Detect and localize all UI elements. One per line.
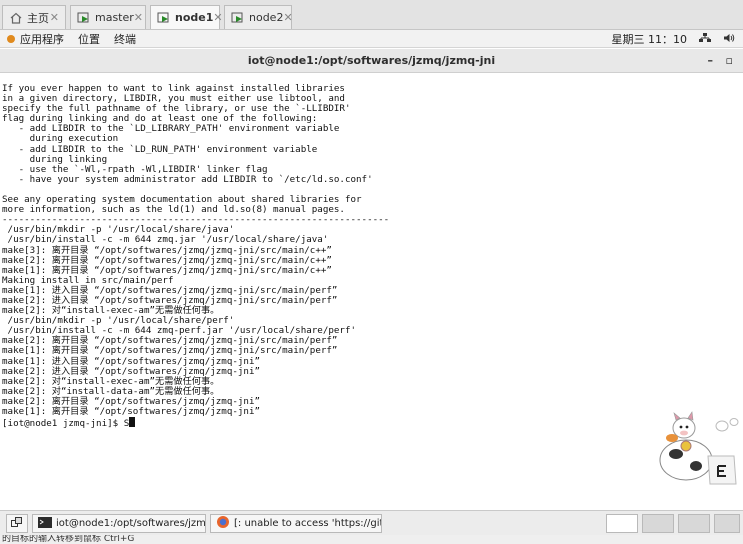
taskbar-task-label: [: unable to access 'https://github.c··· <box>234 518 381 529</box>
firefox-icon <box>216 515 230 532</box>
places-menu[interactable]: 位置 <box>78 31 100 47</box>
window-title: iot@node1:/opt/softwares/jzmq/jzmq-jni <box>247 54 496 67</box>
applications-menu[interactable]: 应用程序 <box>20 31 64 47</box>
terminal-line: make[1]: 离开目录 “/opt/softwares/jzmq/jzmq-… <box>2 406 261 417</box>
network-icon[interactable] <box>699 32 711 46</box>
minimize-button[interactable]: – <box>708 49 714 73</box>
terminal-menu[interactable]: 终端 <box>114 31 136 47</box>
taskbar: iot@node1:/opt/softwares/jzmq/jz··· [: u… <box>0 510 743 535</box>
terminal-cursor <box>129 417 136 428</box>
terminal-line: - add LIBDIR to the `LD_RUN_PATH' enviro… <box>2 143 318 155</box>
workspace-switcher-2[interactable] <box>642 514 674 533</box>
terminal-window-titlebar[interactable]: iot@node1:/opt/softwares/jzmq/jzmq-jni –… <box>0 49 743 73</box>
close-icon[interactable]: ✕ <box>50 11 59 24</box>
close-icon[interactable]: ✕ <box>213 11 222 24</box>
vm-icon <box>77 11 91 25</box>
top-panel: 应用程序 位置 终端 星期三 11：10 <box>0 30 743 48</box>
volume-icon[interactable] <box>723 33 735 46</box>
home-icon <box>9 11 23 25</box>
tab-label: node2 <box>249 11 284 24</box>
terminal-icon <box>38 516 52 531</box>
cow-mascot-image <box>652 410 742 488</box>
status-hint-text: 的目标的输入转移到鼠标 Ctrl+G <box>2 535 135 544</box>
workspace-switcher-4[interactable] <box>714 514 740 533</box>
vm-icon <box>157 11 171 25</box>
workspace-switcher-1[interactable] <box>606 514 638 533</box>
tab-node2[interactable]: node2 ✕ <box>224 5 293 29</box>
workspace-switcher-3[interactable] <box>678 514 710 533</box>
tab-master[interactable]: master ✕ <box>70 5 146 29</box>
tab-home[interactable]: 主页 ✕ <box>2 5 66 29</box>
vm-icon <box>231 11 245 25</box>
tab-node1[interactable]: node1 ✕ <box>150 5 223 29</box>
show-desktop-button[interactable] <box>6 514 28 533</box>
maximize-button[interactable]: ▫ <box>726 49 733 73</box>
terminal-prompt[interactable]: [iot@node1 jzmq-jni]$ S <box>2 417 740 430</box>
tab-label: 主页 <box>27 11 49 25</box>
workspace-icon <box>11 517 23 530</box>
terminal-line: /usr/bin/install -c -m 644 zmq.jar '/usr… <box>2 234 329 246</box>
tab-label: master <box>95 11 134 24</box>
taskbar-terminal-task[interactable]: iot@node1:/opt/softwares/jzmq/jz··· <box>32 514 206 533</box>
vm-tab-strip: 主页 ✕ master ✕ node1 ✕ node2 ✕ <box>0 0 743 30</box>
close-icon[interactable]: ✕ <box>134 11 143 24</box>
taskbar-task-label: iot@node1:/opt/softwares/jzmq/jz··· <box>56 518 206 529</box>
terminal-output[interactable]: If you ever happen to want to link again… <box>2 83 740 430</box>
apps-icon <box>6 34 16 44</box>
tab-label: node1 <box>175 11 214 24</box>
terminal-line: - have your system administrator add LIB… <box>2 173 373 185</box>
prompt-text: [iot@node1 jzmq-jni]$ S <box>2 418 130 430</box>
taskbar-browser-task[interactable]: [: unable to access 'https://github.c··· <box>210 514 382 533</box>
vm-status-bar: 的目标的输入转移到鼠标 Ctrl+G <box>0 535 743 544</box>
clock[interactable]: 星期三 11：10 <box>612 31 688 47</box>
close-icon[interactable]: ✕ <box>283 11 292 24</box>
